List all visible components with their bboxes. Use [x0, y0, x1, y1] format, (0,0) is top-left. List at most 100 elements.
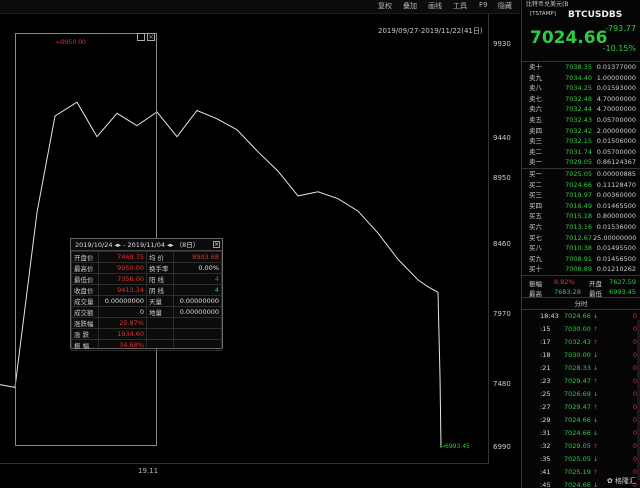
bid-row[interactable]: 买七 7012.67 25.00000000 [522, 233, 640, 244]
book-qty: 1.00000000 [596, 73, 636, 82]
stats-label [145, 328, 174, 340]
tick-row: :27 7029.47 ↑ 0 [522, 401, 640, 414]
book-level-label: 买六 [529, 222, 542, 231]
stats-value: 9950.00 [97, 262, 147, 274]
stats-value [172, 339, 223, 351]
arrow-up-icon: ↑ [593, 338, 599, 346]
book-price: 7034.25 [565, 84, 592, 93]
tick-time: :25 [540, 389, 551, 398]
book-price: 7012.67 [565, 233, 592, 242]
stats-value [172, 317, 223, 329]
instrument-symbol: BTCUSDBS [568, 10, 623, 20]
arrow-down-icon: ↓ [593, 481, 599, 488]
price-axis [488, 14, 520, 464]
ask-row[interactable]: 卖三 7032.15 0.01506000 [522, 136, 640, 147]
bid-row[interactable]: 买八 7010.38 0.01495500 [522, 243, 640, 254]
ask-row[interactable]: 卖七 7032.48 4.70000000 [522, 94, 640, 105]
stats-label: 阳 线 [145, 273, 174, 285]
tick-list[interactable]: 18:43 7024.66 ↓ 0:15 7030.00 ↑ 0:17 7032.43 ↑ 0:1… [522, 310, 640, 488]
stats-label: 收盘价 [71, 284, 99, 296]
book-level-label: 买二 [529, 180, 542, 189]
ask-row[interactable]: 卖五 7032.43 0.05700000 [522, 115, 640, 126]
arrow-down-icon: ↓ [593, 390, 599, 398]
book-price: 7025.05 [565, 169, 592, 178]
tick-time: :35 [540, 454, 551, 463]
close-icon[interactable]: × [147, 33, 155, 41]
book-qty: 4.70000000 [596, 94, 636, 103]
arrow-down-icon: ↓ [593, 429, 599, 437]
quote-panel: 比特币兑美元(B [TSTAMP] BTCUSDBS 7024.66 -793.… [521, 0, 640, 488]
stats-row: 收盘价 9413.34 阴 线4 [71, 284, 223, 296]
tick-price: 7025.05 [564, 454, 591, 463]
stats-value: 0.00000000 [172, 306, 223, 318]
price-change-pct: -10.15% [602, 44, 636, 53]
bid-row[interactable]: 买一 7025.05 0.00000885 [522, 169, 640, 180]
open-value: 7627.59 [609, 277, 636, 286]
stats-row: 成交额 0 地量 0.00000000 [71, 306, 223, 318]
kline-chart[interactable]: 复权 叠加 画线 工具 F9 隐藏 2019/09/27-2019/11/22(… [0, 0, 520, 488]
book-level-label: 卖三 [529, 137, 542, 146]
ask-row[interactable]: 卖八 7034.25 0.01593000 [522, 83, 640, 94]
price-tick-label: 6990 [493, 443, 511, 451]
ask-row[interactable]: 卖六 7032.44 4.70000000 [522, 104, 640, 115]
bid-row[interactable]: 买五 7015.18 0.80000000 [522, 211, 640, 222]
ask-row[interactable]: 卖十 7038.35 0.01377000 [522, 62, 640, 73]
close-icon[interactable]: × [213, 241, 220, 248]
bid-row[interactable]: 买九 7008.91 0.01456500 [522, 254, 640, 265]
tick-time: :41 [540, 467, 551, 476]
book-qty: 0.01536000 [596, 222, 636, 231]
ask-row[interactable]: 卖四 7032.42 2.00000000 [522, 126, 640, 137]
arrow-down-icon: ↓ [593, 351, 599, 359]
book-qty: 0.01210262 [596, 265, 636, 274]
stats-header: 2019/10/24 ◂▸ - 2019/11/04 ◂▸ （8日） × [71, 239, 222, 251]
book-qty: 0.11128470 [596, 180, 636, 189]
order-book: 卖十 7038.35 0.01377000 卖九 7034.40 1.00000000 卖八… [522, 62, 640, 276]
tick-price: 7024.66 [564, 480, 591, 488]
tick-list-title[interactable]: 分时 [522, 298, 640, 310]
brand-logo-text: 格隆汇 [615, 477, 636, 485]
date-tick-label: 19.11 [138, 467, 159, 475]
price-tick-label: 9930 [493, 40, 511, 48]
arrow-up-icon: ↑ [593, 403, 599, 411]
stats-value: 34.68% [97, 339, 147, 351]
tick-row: :32 7029.05 ↑ 0 [522, 440, 640, 453]
book-level-label: 卖二 [529, 147, 542, 156]
ask-row[interactable]: 卖一 7029.05 0.86124367 [522, 157, 640, 168]
tick-price: 7030.00 [564, 350, 591, 359]
tick-time: :21 [540, 363, 551, 372]
book-level-label: 卖五 [529, 115, 542, 124]
price-change: -793.77 [605, 24, 636, 33]
bid-row[interactable]: 买四 7016.49 0.01465500 [522, 201, 640, 212]
tick-time: :29 [540, 415, 551, 424]
stats-label [145, 317, 174, 329]
book-qty: 0.01456500 [596, 254, 636, 263]
tick-time: :31 [540, 428, 551, 437]
bid-row[interactable]: 买六 7013.16 0.01536000 [522, 222, 640, 233]
ask-row[interactable]: 卖二 7031.74 0.05700000 [522, 147, 640, 158]
stats-title: 2019/10/24 ◂▸ - 2019/11/04 ◂▸ （8日） [75, 241, 200, 249]
stats-value: 1934.60 [97, 328, 147, 340]
low-price-flag: ↤6993.45 [440, 443, 470, 450]
stats-value: 7356.00 [97, 273, 147, 285]
tick-row: :23 7029.47 ↑ 0 [522, 375, 640, 388]
tick-row: :15 7030.00 ↑ 0 [522, 323, 640, 336]
stats-row: 振 幅 34.68% [71, 339, 223, 351]
tick-row: :29 7024.66 ↓ 0 [522, 414, 640, 427]
stats-row: 涨 跌 1934.60 [71, 328, 223, 340]
tick-price: 7029.47 [564, 376, 591, 385]
bid-row[interactable]: 买二 7024.66 0.11128470 [522, 180, 640, 191]
stats-row: 涨跌幅 25.87% [71, 317, 223, 329]
arrow-up-icon: ↑ [593, 325, 599, 333]
amplitude-value: 8.82% [554, 277, 575, 286]
ask-row[interactable]: 卖九 7034.40 1.00000000 [522, 73, 640, 84]
tick-time: :17 [540, 337, 551, 346]
maximize-icon[interactable] [137, 33, 145, 41]
tick-time: 18:43 [540, 311, 559, 320]
book-level-label: 买十 [529, 265, 542, 274]
book-level-label: 卖七 [529, 94, 542, 103]
bid-row[interactable]: 买十 7008.89 0.01210262 [522, 264, 640, 275]
bid-row[interactable]: 买三 7019.97 0.00360000 [522, 190, 640, 201]
stats-value: 9413.34 [97, 284, 147, 296]
high-price-value: 9950.00 [61, 39, 86, 46]
stats-row: 最低价 7356.00 阳 线4 [71, 273, 223, 285]
